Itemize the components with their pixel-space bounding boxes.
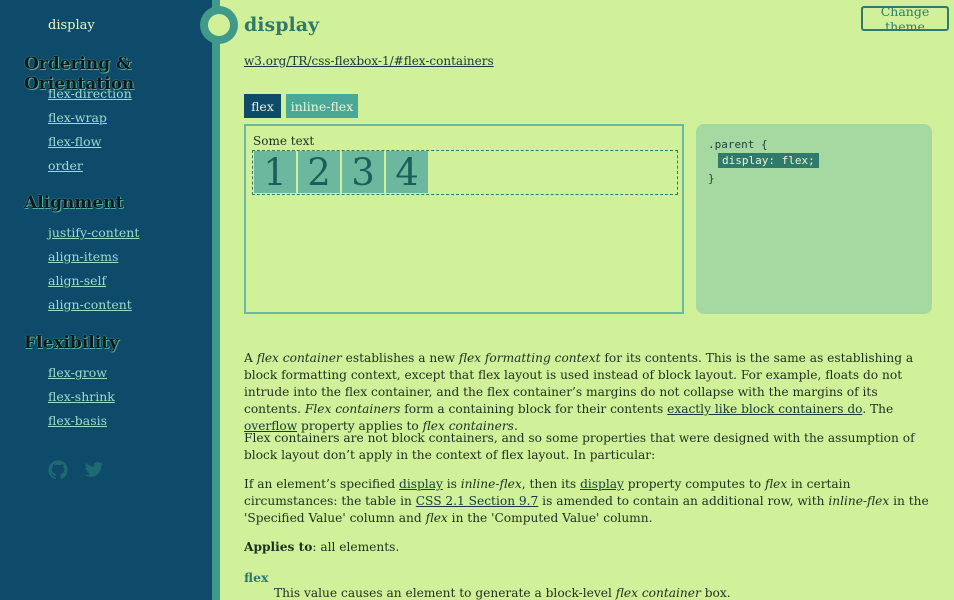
sidebar-link-align-content[interactable]: align-content xyxy=(48,297,132,312)
sidebar-link-align-items[interactable]: align-items xyxy=(48,249,118,264)
link-display[interactable]: display xyxy=(580,477,624,491)
sidebar-link-justify-content[interactable]: justify-content xyxy=(48,225,139,240)
tab-inline-flex[interactable]: inline-flex xyxy=(286,94,358,118)
sidebar-section-flexibility: Flexibility xyxy=(24,333,119,353)
flex-item: 2 xyxy=(298,151,340,193)
code-line-rule: display: flex; xyxy=(718,153,819,168)
page-title: display xyxy=(244,14,320,36)
sidebar-link-flex-wrap[interactable]: flex-wrap xyxy=(48,110,107,125)
definition-description: This value causes an element to generate… xyxy=(274,586,731,600)
link-block-containers[interactable]: exactly like block containers do xyxy=(667,402,862,416)
sidebar-link-flex-basis[interactable]: flex-basis xyxy=(48,413,107,428)
tab-flex[interactable]: flex xyxy=(244,94,281,118)
definition-term: flex xyxy=(244,570,269,585)
paragraph-1: A flex container establishes a new flex … xyxy=(244,351,914,433)
code-line-close: } xyxy=(708,172,715,185)
sidebar-toggle-inner xyxy=(208,14,230,36)
sidebar-link-flex-shrink[interactable]: flex-shrink xyxy=(48,389,115,404)
code-panel: .parent { display: flex; } xyxy=(696,124,932,314)
applies-to: Applies to: all elements. xyxy=(244,540,400,554)
sidebar-section-alignment: Alignment xyxy=(24,193,124,213)
sidebar-item-display[interactable]: display xyxy=(48,18,95,33)
paragraph-3: If an element’s specified display is inl… xyxy=(244,477,929,525)
change-theme-button[interactable]: Change theme xyxy=(861,4,949,34)
flex-item: 1 xyxy=(254,151,296,193)
demo-label: Some text xyxy=(253,134,315,148)
flex-item: 4 xyxy=(386,151,428,193)
twitter-icon[interactable] xyxy=(84,460,104,480)
sidebar-link-flex-grow[interactable]: flex-grow xyxy=(48,365,107,380)
code-line-open: .parent { xyxy=(708,138,768,151)
sidebar-toggle[interactable] xyxy=(200,6,238,44)
flex-item: 3 xyxy=(342,151,384,193)
link-css21-section[interactable]: CSS 2.1 Section 9.7 xyxy=(416,494,539,508)
link-display[interactable]: display xyxy=(399,477,443,491)
sidebar-link-order[interactable]: order xyxy=(48,158,83,173)
sidebar: display Ordering & Orientation flex-dire… xyxy=(0,0,212,600)
sidebar-link-align-self[interactable]: align-self xyxy=(48,273,106,288)
demo-box: Some text 1 2 3 4 xyxy=(244,124,684,314)
spec-link[interactable]: w3.org/TR/css-flexbox-1/#flex-containers xyxy=(244,54,494,68)
sidebar-link-flex-direction[interactable]: flex-direction xyxy=(48,86,132,101)
paragraph-2: Flex containers are not block containers… xyxy=(244,431,915,462)
sidebar-edge xyxy=(212,0,220,600)
github-icon[interactable] xyxy=(48,460,68,480)
sidebar-link-flex-flow[interactable]: flex-flow xyxy=(48,134,101,149)
flex-container: 1 2 3 4 xyxy=(252,150,678,195)
